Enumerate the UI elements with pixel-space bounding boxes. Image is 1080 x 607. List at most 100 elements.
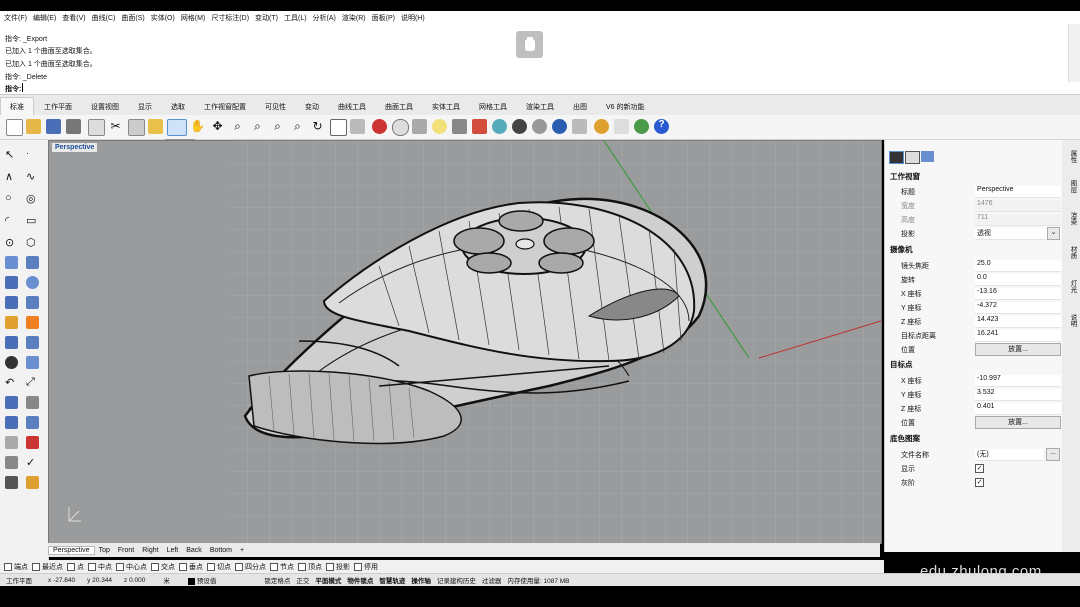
menu-edit[interactable]: 编辑(E): [33, 13, 56, 23]
show-checkbox[interactable]: ✓: [975, 464, 984, 473]
target-z-field[interactable]: 0.401: [975, 403, 1061, 415]
zoom-icon[interactable]: ⌕: [230, 119, 245, 134]
dimension-icon[interactable]: [26, 396, 39, 409]
surface-edge-icon[interactable]: [26, 256, 39, 269]
tab-surface-tools[interactable]: 曲面工具: [376, 98, 422, 115]
menu-solid[interactable]: 实体(O): [151, 13, 175, 23]
tab-set-view[interactable]: 设置视图: [82, 98, 128, 115]
menu-help[interactable]: 说明(H): [401, 13, 425, 23]
file-name-field[interactable]: (无): [975, 449, 1043, 461]
osnap-point[interactable]: 点: [67, 562, 84, 572]
rectangle-icon[interactable]: ▭: [26, 214, 39, 227]
view-tab-top[interactable]: Top: [95, 547, 114, 554]
shaded-sphere-icon[interactable]: [512, 119, 527, 134]
grayscale-checkbox[interactable]: ✓: [975, 478, 984, 487]
place-camera-button[interactable]: 放置...: [975, 343, 1061, 356]
osnap-quad[interactable]: 四分点: [235, 562, 266, 572]
box-icon[interactable]: [5, 276, 18, 289]
target-y-field[interactable]: 3.532: [975, 389, 1061, 401]
check-icon[interactable]: ✓: [26, 456, 39, 469]
status-ortho[interactable]: 正交: [296, 575, 309, 585]
render-settings-icon[interactable]: [572, 119, 587, 134]
text-icon[interactable]: [5, 396, 18, 409]
render-mesh-icon[interactable]: [26, 316, 39, 329]
osnap-tangent[interactable]: 切点: [207, 562, 231, 572]
menu-transform[interactable]: 变动(T): [255, 13, 278, 23]
solid-ops-icon[interactable]: [5, 476, 18, 489]
osnap-end[interactable]: 端点: [4, 562, 28, 572]
menu-surface[interactable]: 曲面(S): [121, 13, 144, 23]
status-planar[interactable]: 平面模式: [315, 575, 341, 585]
menu-panels[interactable]: 面板(P): [372, 13, 395, 23]
osnap-knot[interactable]: 节点: [270, 562, 294, 572]
pan-hand-icon[interactable]: ✋: [190, 119, 205, 134]
camera-properties-icon[interactable]: [889, 151, 904, 164]
osnap-disable[interactable]: 停用: [354, 562, 378, 572]
rendered-sphere-icon[interactable]: [532, 119, 547, 134]
gear-icon[interactable]: [594, 119, 609, 134]
select-icon[interactable]: [372, 119, 387, 134]
osnap-perpendicular[interactable]: 垂点: [179, 562, 203, 572]
save-icon[interactable]: [46, 119, 61, 134]
status-layer[interactable]: 预设值: [187, 575, 216, 585]
tab-curve-tools[interactable]: 曲线工具: [329, 98, 375, 115]
open-folder-icon[interactable]: [26, 119, 41, 134]
chevron-down-icon[interactable]: ⌄: [1047, 227, 1060, 240]
menu-dimension[interactable]: 尺寸标注(D): [211, 13, 249, 23]
color-wheel-icon[interactable]: [492, 119, 507, 134]
group-icon[interactable]: [26, 416, 39, 429]
view-tab-bottom[interactable]: Bottom: [206, 547, 236, 554]
side-tab-properties[interactable]: 属性: [1065, 150, 1077, 176]
layer-icon[interactable]: [472, 119, 487, 134]
tab-visibility[interactable]: 可见性: [256, 98, 295, 115]
tab-mesh-tools[interactable]: 网格工具: [470, 98, 516, 115]
polyline-icon[interactable]: ∧: [5, 170, 18, 183]
four-view-icon[interactable]: [330, 119, 347, 136]
place-target-button[interactable]: 放置...: [975, 416, 1061, 429]
block-icon[interactable]: [5, 456, 18, 469]
layout-icon[interactable]: [26, 476, 39, 489]
status-osnap[interactable]: 物件锁点: [347, 575, 373, 585]
zoom-selected-icon[interactable]: ⌕: [290, 119, 305, 134]
mesh-icon[interactable]: [5, 316, 18, 329]
lens-field[interactable]: 25.0: [975, 260, 1061, 272]
osnap-project[interactable]: 投影: [326, 562, 350, 572]
target-distance-field[interactable]: 16.241: [975, 330, 1061, 342]
new-file-icon[interactable]: [6, 119, 23, 136]
cut-icon[interactable]: ✂: [108, 119, 123, 134]
rotation-field[interactable]: 0.0: [975, 274, 1061, 286]
view-tab-perspective[interactable]: Perspective: [48, 545, 95, 555]
sphere-icon[interactable]: [26, 276, 39, 289]
menu-analyze[interactable]: 分析(A): [313, 13, 336, 23]
menu-curve[interactable]: 曲线(C): [92, 13, 116, 23]
side-tab-help[interactable]: 说明: [1065, 314, 1077, 340]
move-view-icon[interactable]: ✥: [210, 119, 225, 134]
circle-icon[interactable]: ○: [5, 192, 18, 205]
tab-transform[interactable]: 变动: [296, 98, 328, 115]
circle-center-icon[interactable]: ◎: [26, 192, 39, 205]
camera-z-field[interactable]: 14.423: [975, 316, 1061, 328]
viewport-title[interactable]: Perspective: [52, 143, 98, 152]
render-sphere-icon[interactable]: [552, 119, 567, 134]
browse-button[interactable]: ...: [1046, 448, 1060, 461]
select-arrow-icon[interactable]: ↖: [5, 148, 18, 161]
side-tab-render[interactable]: 渲染: [1065, 212, 1077, 238]
menu-mesh[interactable]: 网格(M): [181, 13, 206, 23]
tab-drafting[interactable]: 出图: [564, 98, 596, 115]
camera-y-field[interactable]: -4.372: [975, 302, 1061, 314]
menu-tools[interactable]: 工具(L): [284, 13, 307, 23]
menu-view[interactable]: 查看(V): [62, 13, 85, 23]
tab-viewport-layout[interactable]: 工作视窗配置: [195, 98, 255, 115]
snapshot-icon[interactable]: [392, 119, 409, 136]
array-icon[interactable]: [5, 416, 18, 429]
view-tab-left[interactable]: Left: [163, 547, 183, 554]
hide-icon[interactable]: [412, 119, 427, 134]
status-cplane[interactable]: 工作平面: [6, 575, 32, 585]
tab-select[interactable]: 选取: [162, 98, 194, 115]
status-smarttrack[interactable]: 智慧轨迹: [379, 575, 405, 585]
trim-icon[interactable]: [26, 336, 39, 349]
side-tab-materials[interactable]: 材质: [1065, 246, 1077, 272]
grasshopper-icon[interactable]: [614, 119, 629, 134]
copy-icon[interactable]: [128, 119, 145, 136]
offset-icon[interactable]: ↶: [5, 376, 18, 389]
